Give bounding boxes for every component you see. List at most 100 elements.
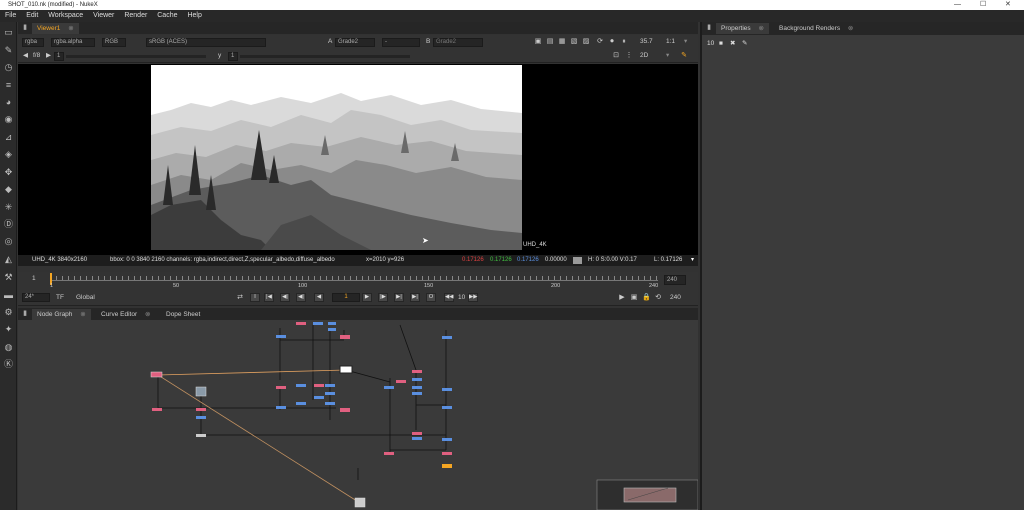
furnace-icon[interactable]: ⚙ <box>3 307 14 318</box>
max-panels-input[interactable]: 10 <box>707 38 714 50</box>
in-point-button[interactable]: I <box>250 293 260 302</box>
fstop-arrow-right-icon[interactable]: ▶ <box>46 49 51 63</box>
node[interactable] <box>196 416 206 419</box>
compare-icon[interactable]: ▣ <box>630 294 638 302</box>
node[interactable] <box>328 322 336 325</box>
tab-close-icon[interactable]: ⊗ <box>758 25 763 32</box>
node[interactable] <box>442 336 452 339</box>
node[interactable] <box>296 322 306 325</box>
read-node[interactable] <box>354 497 366 508</box>
end-frame[interactable]: 240 <box>670 290 681 306</box>
node[interactable] <box>328 328 336 331</box>
node[interactable] <box>196 434 206 437</box>
fstop-label[interactable]: f/8 <box>33 49 40 63</box>
node[interactable] <box>442 406 452 409</box>
views-icon[interactable]: ◎ <box>3 236 14 247</box>
node[interactable] <box>412 432 422 435</box>
nodes[interactable] <box>150 322 452 508</box>
tab-close-icon[interactable]: ⊗ <box>68 25 73 32</box>
close-button[interactable]: ✕ <box>1005 0 1011 10</box>
clip-warning-icon[interactable]: ▦ <box>558 38 566 46</box>
region-icon[interactable]: ▨ <box>582 38 590 46</box>
gamma-slider[interactable] <box>240 55 410 58</box>
out-point-button[interactable]: O <box>426 293 436 302</box>
node[interactable] <box>412 378 422 381</box>
3d-icon[interactable]: ◆ <box>3 184 14 195</box>
menu-cache[interactable]: Cache <box>157 12 177 19</box>
gain-input[interactable]: 1 <box>54 52 64 61</box>
node[interactable] <box>150 371 163 378</box>
nuke-icon[interactable]: Ⓚ <box>3 359 14 370</box>
node[interactable] <box>296 384 306 387</box>
paint-icon[interactable]: ✎ <box>680 52 688 60</box>
node[interactable] <box>314 384 324 387</box>
node[interactable] <box>340 408 350 412</box>
timeline[interactable]: 1 1 50 100 150 200 240 240 <box>18 272 698 290</box>
tab-close-icon[interactable]: ⊗ <box>145 311 150 318</box>
viewer-canvas[interactable]: ➤ UHD_4K <box>18 64 698 255</box>
next-key-button[interactable]: ▶| <box>394 293 404 302</box>
node[interactable] <box>384 452 394 455</box>
input-a-select[interactable]: Grade2 <box>335 38 375 47</box>
fps-select[interactable]: 24* <box>22 293 50 302</box>
filter-icon[interactable]: ◉ <box>3 114 14 125</box>
last-frame-button[interactable]: ▶| <box>410 293 420 302</box>
color-icon[interactable]: ◕ <box>3 97 14 108</box>
alpha-channel-select[interactable]: rgba.alpha <box>51 38 95 47</box>
merge-icon[interactable]: ◈ <box>3 149 14 160</box>
tab-background-renders[interactable]: Background Renders ⊗ <box>774 23 858 34</box>
node[interactable] <box>196 408 206 411</box>
time-icon[interactable]: ◷ <box>3 62 14 73</box>
node[interactable] <box>276 335 286 338</box>
transform-icon[interactable]: ✥ <box>3 167 14 178</box>
node[interactable] <box>396 380 406 383</box>
node[interactable] <box>276 386 286 389</box>
crop-icon[interactable]: ⊡ <box>612 52 620 60</box>
merge-mode-select[interactable]: - <box>382 38 420 47</box>
node[interactable] <box>313 322 323 325</box>
node[interactable] <box>296 402 306 405</box>
node[interactable] <box>152 408 162 411</box>
keyer-icon[interactable]: ⊿ <box>3 132 14 143</box>
viewer-node[interactable] <box>339 365 353 374</box>
tab-properties[interactable]: Properties ⊗ <box>716 23 769 34</box>
view-mode-arrow-icon[interactable]: ▾ <box>666 49 669 63</box>
channels-select[interactable]: rgba <box>22 38 44 47</box>
draw-icon[interactable]: ✎ <box>3 45 14 56</box>
menu-workspace[interactable]: Workspace <box>48 12 83 19</box>
node-graph-canvas[interactable] <box>18 320 698 510</box>
toolsets-icon[interactable]: ⚒ <box>3 272 14 283</box>
timeline-ruler[interactable] <box>50 276 658 281</box>
node[interactable] <box>442 438 452 441</box>
display-mode-select[interactable]: RGB <box>102 38 126 47</box>
node[interactable] <box>442 452 452 455</box>
loop-icon[interactable]: ⟲ <box>654 294 662 302</box>
node[interactable] <box>314 396 324 399</box>
lock-icon[interactable]: 🔒 <box>642 294 651 302</box>
minimap[interactable] <box>596 479 698 510</box>
input-b-select[interactable]: Grade2 <box>433 38 483 47</box>
current-frame-input[interactable]: 1 <box>332 293 360 302</box>
clear-panels-icon[interactable]: ■ <box>719 38 723 50</box>
node[interactable] <box>412 386 422 389</box>
menu-viewer[interactable]: Viewer <box>93 12 114 19</box>
node[interactable] <box>325 402 335 405</box>
pixel-ratio[interactable]: 1:1 <box>666 35 675 49</box>
tab-dope-sheet[interactable]: Dope Sheet <box>161 309 205 320</box>
gain-slider[interactable] <box>66 55 206 58</box>
edit-icon[interactable]: ✎ <box>742 38 747 50</box>
render-icon[interactable]: ⏺ <box>608 38 616 46</box>
step-back-increment-button[interactable]: ◀◀ <box>444 293 454 302</box>
maximize-button[interactable]: ☐ <box>980 0 986 10</box>
pane-menu-icon[interactable]: ▮ <box>705 24 713 32</box>
flipbook-icon[interactable]: ▶ <box>618 294 626 302</box>
step-back-button[interactable]: ◀| <box>296 293 306 302</box>
prev-key-button[interactable]: ◀| <box>280 293 290 302</box>
menu-render[interactable]: Render <box>124 12 147 19</box>
gamma-input[interactable]: 1 <box>228 52 238 61</box>
tab-close-icon[interactable]: ⊗ <box>80 311 85 318</box>
node[interactable] <box>412 370 422 373</box>
zoom-value[interactable]: 35.7 <box>640 35 653 49</box>
lock-properties-icon[interactable]: ✖ <box>730 38 735 50</box>
more-icon[interactable]: ▾ <box>684 35 687 49</box>
